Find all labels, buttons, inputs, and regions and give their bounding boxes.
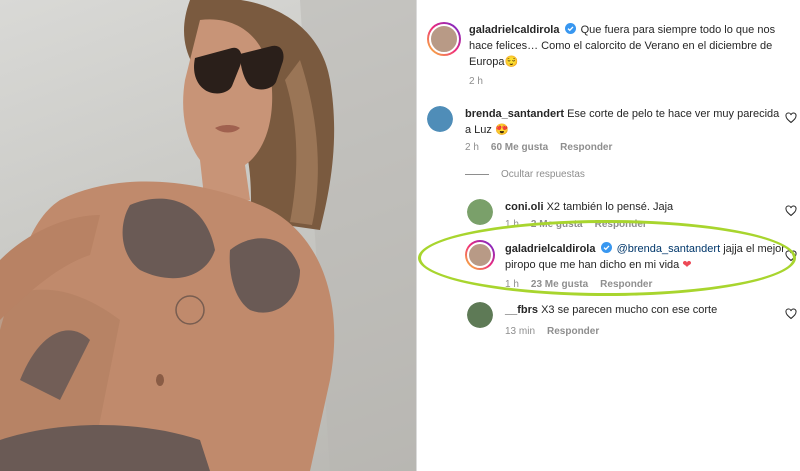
reply-time[interactable]: 1 h [505,219,519,230]
reply-avatar[interactable] [467,302,493,328]
comments-panel: galadrielcaldirola Que fuera para siempr… [417,0,800,471]
red-heart-emoji: ❤ [682,259,692,271]
comment-meta: 2 h 60 Me gusta Responder [465,142,612,153]
comment-reply-button[interactable]: Responder [560,142,612,153]
reply-username[interactable]: galadrielcaldirola [505,243,595,255]
post-photo [0,0,416,471]
reply-reply-button[interactable]: Responder [547,326,599,337]
reply-time[interactable]: 13 min [505,326,535,337]
caption-emoji: 😌 [504,56,519,68]
reply-text: galadrielcaldirola @brenda_santandert ja… [505,241,785,273]
like-heart-icon[interactable] [785,250,797,262]
caption-meta: 2 h [469,76,483,87]
reply-body: X3 se parecen mucho con ese corte [541,304,718,316]
reply-username[interactable]: coni.oli [505,201,544,213]
post-image-art [0,0,416,471]
reply-reply-button[interactable]: Responder [600,279,652,290]
reply-avatar[interactable] [465,240,495,270]
reply-likes[interactable]: 2 Me gusta [531,219,583,230]
reply-meta: 13 min Responder [505,326,599,337]
comment-likes[interactable]: 60 Me gusta [491,142,548,153]
caption-time[interactable]: 2 h [469,76,483,87]
caption-text: galadrielcaldirola Que fuera para siempr… [469,22,789,70]
hide-replies-line [465,174,489,175]
like-heart-icon[interactable] [785,112,797,124]
verified-badge-icon [600,242,612,253]
comment-text: brenda_santandert Ese corte de pelo te h… [465,106,785,138]
reply-reply-button[interactable]: Responder [595,219,647,230]
caption-avatar[interactable] [427,22,461,56]
reply-time[interactable]: 1 h [505,279,519,290]
hide-replies-label: Ocultar respuestas [501,169,585,180]
comment-time[interactable]: 2 h [465,142,479,153]
verified-badge-icon [564,23,576,34]
comment-username[interactable]: brenda_santandert [465,108,564,120]
comment-emoji: 😍 [494,124,509,136]
like-heart-icon[interactable] [785,205,797,217]
reply-meta: 1 h 23 Me gusta Responder [505,279,652,290]
reply-username[interactable]: __fbrs [505,304,538,316]
caption-username[interactable]: galadrielcaldirola [469,24,559,36]
reply-mention[interactable]: @brenda_santandert [617,243,721,255]
comment-avatar[interactable] [427,106,453,132]
hide-replies-button[interactable]: Ocultar respuestas [465,169,585,180]
reply-meta: 1 h 2 Me gusta Responder [505,219,647,230]
reply-text: coni.oli X2 también lo pensé. Jaja [505,199,775,215]
like-heart-icon[interactable] [785,308,797,320]
reply-text: __fbrs X3 se parecen mucho con ese corte [505,302,775,318]
reply-avatar[interactable] [467,199,493,225]
reply-likes[interactable]: 23 Me gusta [531,279,588,290]
reply-body: X2 también lo pensé. Jaja [546,201,674,213]
